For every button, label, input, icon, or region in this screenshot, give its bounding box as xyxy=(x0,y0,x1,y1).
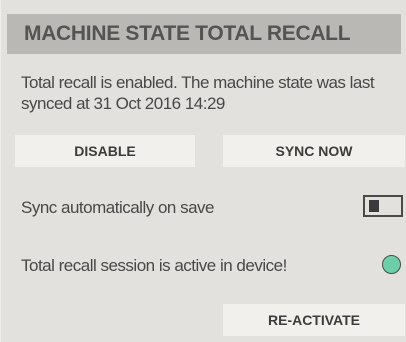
sync-status-text: Total recall is enabled. The machine sta… xyxy=(21,73,375,113)
session-active-indicator-icon xyxy=(382,255,401,274)
panel-header: MACHINE STATE TOTAL RECALL xyxy=(7,14,401,54)
sync-now-button[interactable]: SYNC NOW xyxy=(223,135,405,167)
total-recall-panel: MACHINE STATE TOTAL RECALL Total recall … xyxy=(0,0,406,342)
disable-button[interactable]: DISABLE xyxy=(15,135,195,167)
panel-title: MACHINE STATE TOTAL RECALL xyxy=(24,22,351,45)
auto-sync-toggle[interactable] xyxy=(363,195,403,217)
auto-sync-label: Sync automatically on save xyxy=(21,198,215,217)
session-status-label: Total recall session is active in device… xyxy=(21,256,287,275)
reactivate-button[interactable]: RE-ACTIVATE xyxy=(223,304,405,336)
toggle-knob xyxy=(369,200,379,212)
